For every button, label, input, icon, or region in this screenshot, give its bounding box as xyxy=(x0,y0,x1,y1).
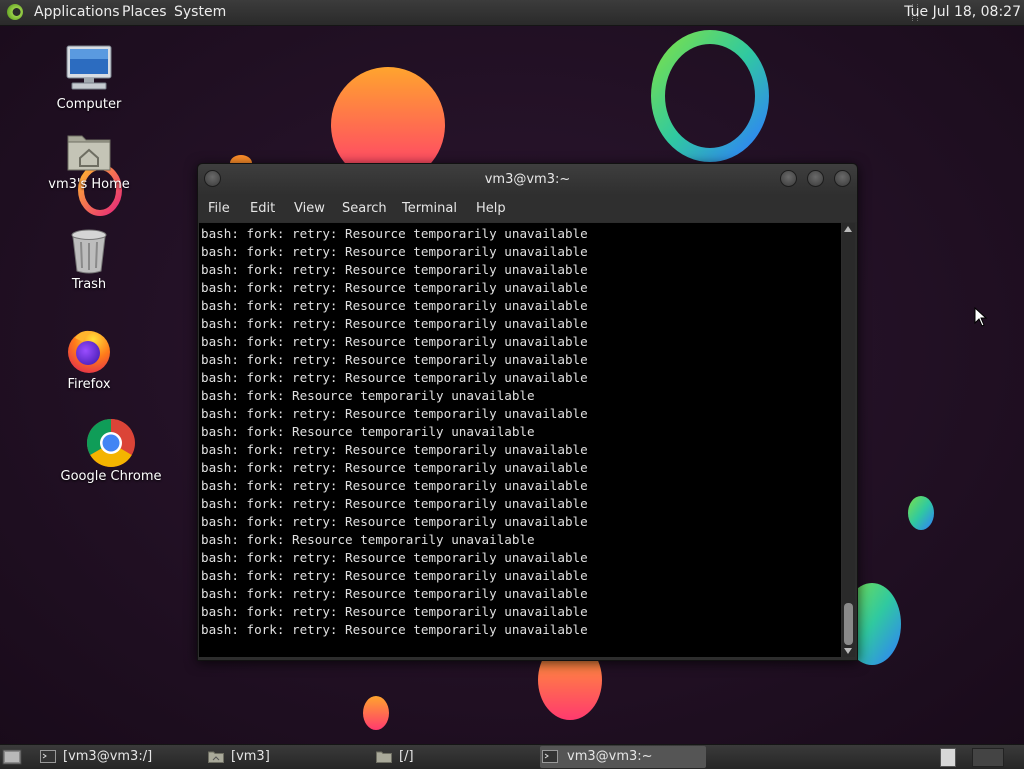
terminal-text: bash: fork: retry: Resource temporarily … xyxy=(201,225,588,639)
terminal-line: bash: fork: Resource temporarily unavail… xyxy=(201,424,535,439)
menu-applications[interactable]: Applications xyxy=(34,0,120,25)
terminal-line: bash: fork: retry: Resource temporarily … xyxy=(201,406,588,421)
taskbar-item-label: [vm3@vm3:/] xyxy=(63,749,153,764)
desktop-icon-computer[interactable]: Computer xyxy=(50,44,128,116)
terminal-line: bash: fork: retry: Resource temporarily … xyxy=(201,370,588,385)
terminal-icon xyxy=(542,750,558,763)
menu-system[interactable]: System xyxy=(174,0,226,25)
window-titlebar[interactable]: vm3@vm3:~ xyxy=(198,164,857,195)
menu-places[interactable]: Places xyxy=(122,0,167,25)
desktop-icon-label: Computer xyxy=(56,97,122,112)
terminal-line: bash: fork: retry: Resource temporarily … xyxy=(201,280,588,295)
mouse-cursor-icon xyxy=(974,307,988,327)
desktop-icon-label: Trash xyxy=(71,277,107,292)
terminal-line: bash: fork: Resource temporarily unavail… xyxy=(201,388,535,403)
terminal-line: bash: fork: retry: Resource temporarily … xyxy=(201,586,588,601)
home-folder-icon xyxy=(208,751,224,763)
terminal-line: bash: fork: retry: Resource temporarily … xyxy=(201,262,588,277)
terminal-line: bash: fork: retry: Resource temporarily … xyxy=(201,442,588,457)
scroll-down-icon[interactable] xyxy=(844,648,852,654)
taskbar-item-label: [/] xyxy=(399,749,414,764)
top-panel: Applications Places System Tue Jul 18, 0… xyxy=(0,0,1024,26)
taskbar-item-home-folder[interactable]: [vm3] xyxy=(206,746,366,768)
terminal-line: bash: fork: retry: Resource temporarily … xyxy=(201,298,588,313)
show-desktop-icon[interactable] xyxy=(2,749,22,765)
terminal-line: bash: fork: retry: Resource temporarily … xyxy=(201,460,588,475)
computer-icon xyxy=(66,45,112,90)
taskbar-item-terminal-home[interactable]: vm3@vm3:~ xyxy=(540,746,706,768)
terminal-line: bash: fork: retry: Resource temporarily … xyxy=(201,244,588,259)
terminal-scrollbar[interactable] xyxy=(842,223,855,657)
scroll-up-icon[interactable] xyxy=(844,226,852,232)
chrome-icon xyxy=(86,419,135,468)
firefox-icon xyxy=(68,330,110,373)
terminal-output[interactable]: bash: fork: retry: Resource temporarily … xyxy=(199,223,841,657)
terminal-line: bash: fork: retry: Resource temporarily … xyxy=(201,622,588,637)
desktop-icon-trash[interactable]: Trash xyxy=(50,228,128,296)
terminal-line: bash: fork: retry: Resource temporarily … xyxy=(201,496,588,511)
menu-edit[interactable]: Edit xyxy=(250,195,275,222)
taskbar-item-terminal-root[interactable]: [vm3@vm3:/] xyxy=(38,746,198,768)
desktop-icon-firefox[interactable]: Firefox xyxy=(50,326,128,396)
terminal-window: vm3@vm3:~ File Edit View Search Terminal… xyxy=(197,163,858,661)
window-menubar: File Edit View Search Terminal Help xyxy=(198,195,857,222)
workspace-switcher-inactive[interactable] xyxy=(972,748,1004,767)
menu-view[interactable]: View xyxy=(294,195,325,222)
menu-terminal[interactable]: Terminal xyxy=(402,195,457,222)
distro-logo-icon[interactable] xyxy=(7,4,23,20)
terminal-line: bash: fork: retry: Resource temporarily … xyxy=(201,604,588,619)
scrollbar-thumb[interactable] xyxy=(844,603,853,645)
window-title: vm3@vm3:~ xyxy=(484,172,571,187)
desktop-icon-home[interactable]: vm3's Home xyxy=(44,128,134,196)
clock[interactable]: Tue Jul 18, 08:27 xyxy=(904,0,1021,25)
desktop-icon-label: Google Chrome xyxy=(60,469,162,484)
bottom-panel: [vm3@vm3:/] [vm3] [/] vm3@vm3:~ xyxy=(0,744,1024,769)
terminal-line: bash: fork: Resource temporarily unavail… xyxy=(201,532,535,547)
workspace-switcher[interactable] xyxy=(940,748,956,767)
desktop-icon-label: Firefox xyxy=(67,377,111,392)
menu-file[interactable]: File xyxy=(208,195,230,222)
terminal-line: bash: fork: retry: Resource temporarily … xyxy=(201,352,588,367)
desktop-icon-chrome[interactable]: Google Chrome xyxy=(56,418,166,488)
menu-search[interactable]: Search xyxy=(342,195,387,222)
terminal-line: bash: fork: retry: Resource temporarily … xyxy=(201,568,588,583)
terminal-line: bash: fork: retry: Resource temporarily … xyxy=(201,478,588,493)
menu-help[interactable]: Help xyxy=(476,195,506,222)
maximize-button[interactable] xyxy=(807,170,824,187)
taskbar-item-root-folder[interactable]: [/] xyxy=(374,746,534,768)
taskbar-item-label: [vm3] xyxy=(231,749,270,764)
terminal-line: bash: fork: retry: Resource temporarily … xyxy=(201,514,588,529)
home-folder-icon xyxy=(67,135,111,171)
terminal-line: bash: fork: retry: Resource temporarily … xyxy=(201,316,588,331)
terminal-icon xyxy=(40,750,56,763)
close-button[interactable] xyxy=(834,170,851,187)
folder-icon xyxy=(376,751,392,763)
terminal-line: bash: fork: retry: Resource temporarily … xyxy=(201,226,588,241)
terminal-line: bash: fork: retry: Resource temporarily … xyxy=(201,550,588,565)
trash-icon xyxy=(71,229,107,274)
desktop-icon-label: vm3's Home xyxy=(48,177,130,192)
terminal-line: bash: fork: retry: Resource temporarily … xyxy=(201,334,588,349)
taskbar-item-label: vm3@vm3:~ xyxy=(567,749,653,764)
minimize-button[interactable] xyxy=(780,170,797,187)
